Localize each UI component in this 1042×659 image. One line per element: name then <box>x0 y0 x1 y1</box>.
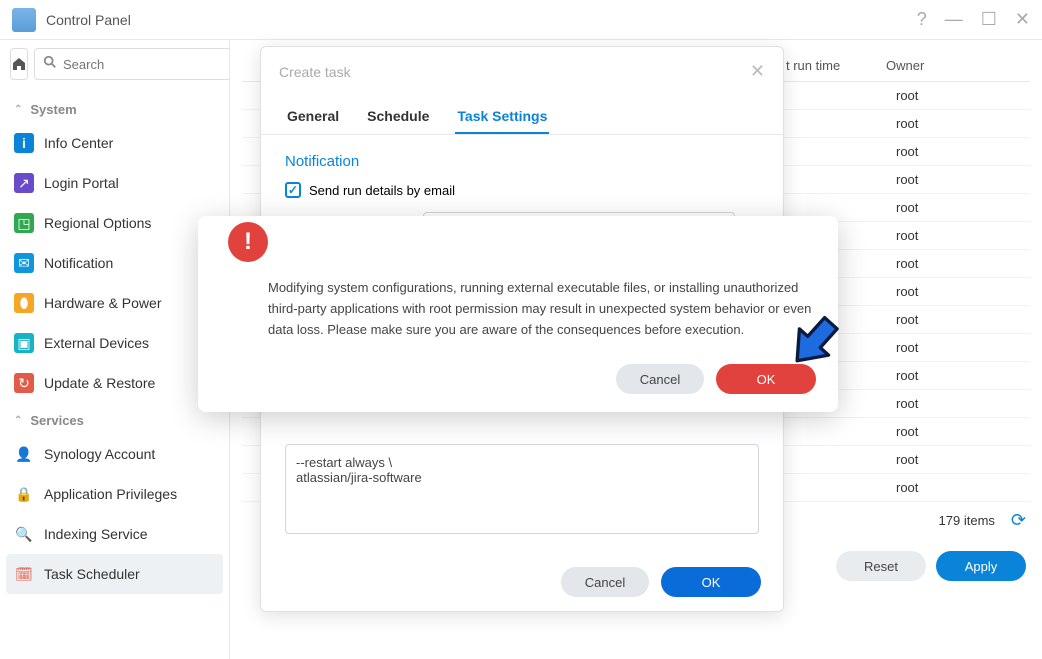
scheduler-icon: 🗓 <box>14 564 34 584</box>
cell-owner: root <box>886 284 1026 299</box>
reset-button[interactable]: Reset <box>836 551 926 581</box>
send-email-checkbox-row[interactable]: ✓ Send run details by email <box>285 182 759 198</box>
cell-owner: root <box>886 144 1026 159</box>
cell-owner: root <box>886 340 1026 355</box>
cell-owner: root <box>886 480 1026 495</box>
section-label: Services <box>30 413 84 428</box>
section-notification-title: Notification <box>285 153 759 170</box>
cell-owner: root <box>886 368 1026 383</box>
sidebar-item-info-center[interactable]: i Info Center <box>6 123 223 163</box>
sidebar-item-update[interactable]: ↻ Update & Restore <box>6 363 223 403</box>
sidebar-item-label: Login Portal <box>44 175 119 191</box>
account-icon: 👤 <box>14 444 34 464</box>
task-ok-button[interactable]: OK <box>661 567 761 597</box>
section-header-services[interactable]: ⌃ Services <box>6 403 223 434</box>
chevron-up-icon: ⌃ <box>14 415 22 426</box>
search-icon <box>43 55 57 74</box>
checkbox-label: Send run details by email <box>309 183 455 198</box>
sidebar-item-task-scheduler[interactable]: 🗓 Task Scheduler <box>6 554 223 594</box>
window-header: Control Panel ? — ☐ ✕ <box>0 0 1042 40</box>
section-header-system[interactable]: ⌃ System <box>6 92 223 123</box>
indexing-icon: 🔍 <box>14 524 34 544</box>
help-icon[interactable]: ? <box>917 9 927 30</box>
home-button[interactable] <box>10 48 28 80</box>
search-input[interactable] <box>63 57 230 72</box>
close-icon[interactable]: ✕ <box>1015 9 1030 30</box>
sidebar: ⌃ System i Info Center ↗ Login Portal ◳ … <box>0 40 230 659</box>
search-box[interactable] <box>34 48 230 80</box>
sidebar-item-label: Regional Options <box>44 215 151 231</box>
sidebar-item-hardware[interactable]: ⬮ Hardware & Power <box>6 283 223 323</box>
sidebar-item-notification[interactable]: ✉ Notification <box>6 243 223 283</box>
cell-owner: root <box>886 256 1026 271</box>
sidebar-item-label: Task Scheduler <box>44 566 140 582</box>
warning-icon: ! <box>228 222 268 262</box>
task-cancel-button[interactable]: Cancel <box>561 567 649 597</box>
modal-close-icon[interactable]: ✕ <box>750 61 765 82</box>
cell-owner: root <box>886 172 1026 187</box>
script-textarea[interactable]: --restart always \ atlassian/jira-softwa… <box>285 444 759 534</box>
cell-owner: root <box>886 452 1026 467</box>
sidebar-item-label: Application Privileges <box>44 486 177 502</box>
cell-owner: root <box>886 228 1026 243</box>
apply-button[interactable]: Apply <box>936 551 1026 581</box>
warning-text: Modifying system configurations, running… <box>268 278 816 340</box>
sidebar-item-label: Info Center <box>44 135 113 151</box>
chevron-up-icon: ⌃ <box>14 104 22 115</box>
col-owner[interactable]: Owner <box>886 58 1026 73</box>
warning-cancel-button[interactable]: Cancel <box>616 364 704 394</box>
cell-owner: root <box>886 88 1026 103</box>
sidebar-item-label: External Devices <box>44 335 149 351</box>
regional-icon: ◳ <box>14 213 34 233</box>
sidebar-item-label: Synology Account <box>44 446 155 462</box>
window-title: Control Panel <box>46 12 917 28</box>
section-label: System <box>30 102 76 117</box>
app-icon <box>12 8 36 32</box>
item-count: 179 items <box>939 513 995 528</box>
sidebar-item-label: Update & Restore <box>44 375 155 391</box>
cell-owner: root <box>886 424 1026 439</box>
maximize-icon[interactable]: ☐ <box>981 9 997 30</box>
external-icon: ▣ <box>14 333 34 353</box>
refresh-icon[interactable]: ⟳ <box>1011 510 1026 531</box>
tab-general[interactable]: General <box>285 100 341 134</box>
cell-owner: root <box>886 200 1026 215</box>
cell-owner: root <box>886 396 1026 411</box>
tab-task-settings[interactable]: Task Settings <box>455 100 549 134</box>
sidebar-item-synology-account[interactable]: 👤 Synology Account <box>6 434 223 474</box>
sidebar-item-label: Notification <box>44 255 113 271</box>
minimize-icon[interactable]: — <box>945 9 963 30</box>
sidebar-item-label: Indexing Service <box>44 526 148 542</box>
checkbox-icon[interactable]: ✓ <box>285 182 301 198</box>
sidebar-item-label: Hardware & Power <box>44 295 162 311</box>
notification-icon: ✉ <box>14 253 34 273</box>
warning-ok-button[interactable]: OK <box>716 364 816 394</box>
portal-icon: ↗ <box>14 173 34 193</box>
hardware-icon: ⬮ <box>14 293 34 313</box>
sidebar-item-app-privileges[interactable]: 🔒 Application Privileges <box>6 474 223 514</box>
window-controls: ? — ☐ ✕ <box>917 9 1030 30</box>
lock-icon: 🔒 <box>14 484 34 504</box>
modal-title: Create task <box>279 64 351 80</box>
tab-schedule[interactable]: Schedule <box>365 100 431 134</box>
warning-modal: ! Modifying system configurations, runni… <box>198 216 838 412</box>
sidebar-item-external[interactable]: ▣ External Devices <box>6 323 223 363</box>
sidebar-item-regional[interactable]: ◳ Regional Options <box>6 203 223 243</box>
cell-owner: root <box>886 116 1026 131</box>
update-icon: ↻ <box>14 373 34 393</box>
cell-owner: root <box>886 312 1026 327</box>
sidebar-item-login-portal[interactable]: ↗ Login Portal <box>6 163 223 203</box>
sidebar-item-indexing[interactable]: 🔍 Indexing Service <box>6 514 223 554</box>
info-icon: i <box>14 133 34 153</box>
